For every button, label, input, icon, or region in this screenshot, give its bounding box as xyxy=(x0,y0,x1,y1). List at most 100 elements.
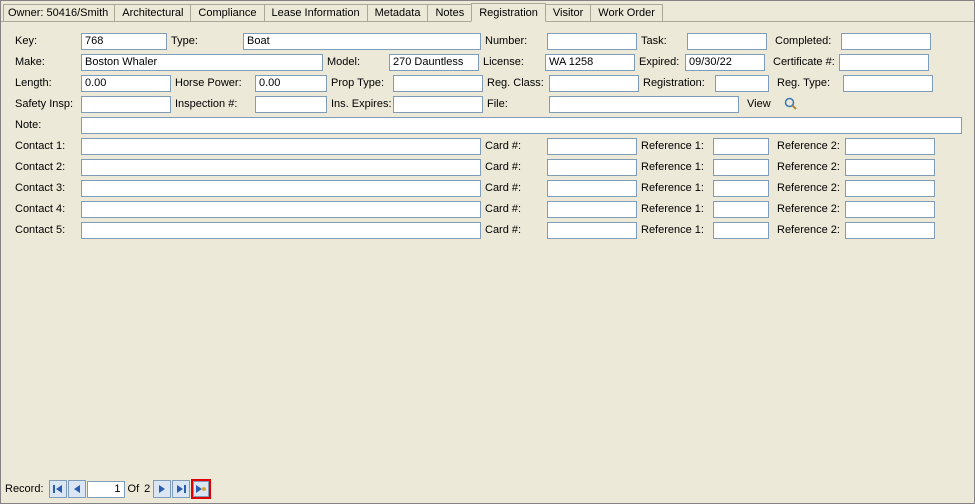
ref2a-field[interactable] xyxy=(845,138,935,155)
note-field[interactable] xyxy=(81,117,962,134)
tab-compliance[interactable]: Compliance xyxy=(190,4,264,21)
contact5-field[interactable] xyxy=(81,222,481,239)
nav-new-button[interactable] xyxy=(193,481,209,497)
ref1d-field[interactable] xyxy=(713,201,769,218)
ref1a-field[interactable] xyxy=(713,138,769,155)
expired-label: Expired: xyxy=(635,56,685,68)
ref1e-field[interactable] xyxy=(713,222,769,239)
registration-field[interactable] xyxy=(715,75,769,92)
record-current-field[interactable] xyxy=(87,481,125,498)
model-field[interactable] xyxy=(389,54,479,71)
proptype-label: Prop Type: xyxy=(327,77,393,89)
card1-label: Card #: xyxy=(481,140,547,152)
contact3-field[interactable] xyxy=(81,180,481,197)
tab-lease[interactable]: Lease Information xyxy=(264,4,368,21)
task-label: Task: xyxy=(637,35,687,47)
regclass-field[interactable] xyxy=(549,75,639,92)
regtype-label: Reg. Type: xyxy=(769,77,843,89)
number-field[interactable] xyxy=(547,33,637,50)
key-field[interactable] xyxy=(81,33,167,50)
regclass-label: Reg. Class: xyxy=(483,77,549,89)
card2-field[interactable] xyxy=(547,159,637,176)
make-label: Make: xyxy=(15,56,81,68)
nav-next-button[interactable] xyxy=(153,480,171,498)
key-label: Key: xyxy=(15,35,81,47)
insexp-label: Ins. Expires: xyxy=(327,98,393,110)
tab-registration[interactable]: Registration xyxy=(471,3,546,22)
ref1c-field[interactable] xyxy=(713,180,769,197)
card3-field[interactable] xyxy=(547,180,637,197)
card4-label: Card #: xyxy=(481,203,547,215)
license-field[interactable] xyxy=(545,54,635,71)
contact1-label: Contact 1: xyxy=(15,140,81,152)
model-label: Model: xyxy=(323,56,389,68)
contact2-field[interactable] xyxy=(81,159,481,176)
ref1e-label: Reference 1: xyxy=(637,224,713,236)
owner-label: Owner: 50416/Smith xyxy=(3,4,115,21)
ref2c-field[interactable] xyxy=(845,180,935,197)
ref2d-field[interactable] xyxy=(845,201,935,218)
card2-label: Card #: xyxy=(481,161,547,173)
type-label: Type: xyxy=(167,35,243,47)
tab-visitor[interactable]: Visitor xyxy=(545,4,591,21)
regtype-field[interactable] xyxy=(843,75,933,92)
contact2-label: Contact 2: xyxy=(15,161,81,173)
ref2b-field[interactable] xyxy=(845,159,935,176)
completed-label: Completed: xyxy=(767,35,841,47)
record-total-label: 2 xyxy=(144,483,150,495)
record-label: Record: xyxy=(5,483,44,495)
card1-field[interactable] xyxy=(547,138,637,155)
contact5-label: Contact 5: xyxy=(15,224,81,236)
insexp-field[interactable] xyxy=(393,96,483,113)
certificate-field[interactable] xyxy=(839,54,929,71)
contact4-field[interactable] xyxy=(81,201,481,218)
card5-label: Card #: xyxy=(481,224,547,236)
card4-field[interactable] xyxy=(547,201,637,218)
tab-architectural[interactable]: Architectural xyxy=(114,4,191,21)
file-field[interactable] xyxy=(549,96,739,113)
safetyinsp-label: Safety Insp: xyxy=(15,98,81,110)
ref1b-label: Reference 1: xyxy=(637,161,713,173)
ref2e-field[interactable] xyxy=(845,222,935,239)
ref1d-label: Reference 1: xyxy=(637,203,713,215)
contact1-field[interactable] xyxy=(81,138,481,155)
nav-prev-button[interactable] xyxy=(68,480,86,498)
contact4-label: Contact 4: xyxy=(15,203,81,215)
ref2e-label: Reference 2: xyxy=(769,224,845,236)
number-label: Number: xyxy=(481,35,547,47)
ref1c-label: Reference 1: xyxy=(637,182,713,194)
expired-field[interactable] xyxy=(685,54,765,71)
ref2c-label: Reference 2: xyxy=(769,182,845,194)
nav-new-button-highlight xyxy=(191,479,211,499)
safetyinsp-field[interactable] xyxy=(81,96,171,113)
type-field[interactable] xyxy=(243,33,481,50)
hp-label: Horse Power: xyxy=(171,77,255,89)
task-field[interactable] xyxy=(687,33,767,50)
tab-workorder[interactable]: Work Order xyxy=(590,4,663,21)
tab-metadata[interactable]: Metadata xyxy=(367,4,429,21)
certificate-label: Certificate #: xyxy=(765,56,839,68)
inspno-label: Inspection #: xyxy=(171,98,255,110)
form-area: Key: Type: Number: Task: Completed: Make… xyxy=(1,22,974,246)
contact3-label: Contact 3: xyxy=(15,182,81,194)
completed-field[interactable] xyxy=(841,33,931,50)
ref2d-label: Reference 2: xyxy=(769,203,845,215)
view-label: View xyxy=(739,98,779,110)
record-navigator: Record: Of 2 xyxy=(5,479,211,499)
proptype-field[interactable] xyxy=(393,75,483,92)
make-field[interactable] xyxy=(81,54,323,71)
file-label: File: xyxy=(483,98,549,110)
nav-first-button[interactable] xyxy=(49,480,67,498)
magnifier-icon[interactable] xyxy=(783,96,799,112)
tab-notes[interactable]: Notes xyxy=(427,4,472,21)
card3-label: Card #: xyxy=(481,182,547,194)
record-of-label: Of xyxy=(128,483,140,495)
hp-field[interactable] xyxy=(255,75,327,92)
card5-field[interactable] xyxy=(547,222,637,239)
ref1b-field[interactable] xyxy=(713,159,769,176)
length-label: Length: xyxy=(15,77,81,89)
tab-bar: Owner: 50416/Smith Architectural Complia… xyxy=(1,1,974,22)
inspno-field[interactable] xyxy=(255,96,327,113)
nav-last-button[interactable] xyxy=(172,480,190,498)
length-field[interactable] xyxy=(81,75,171,92)
